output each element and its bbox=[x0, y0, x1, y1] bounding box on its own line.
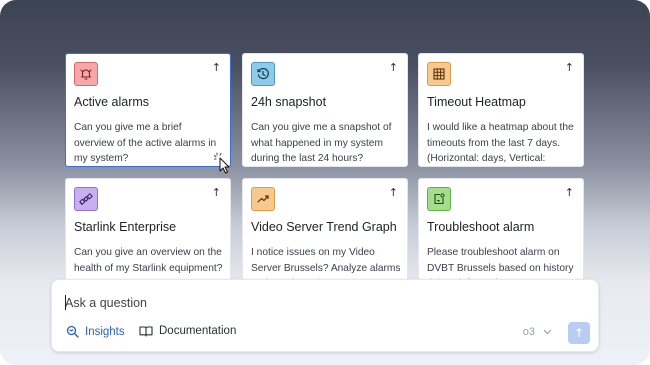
book-icon bbox=[139, 326, 153, 337]
card-title: 24h snapshot bbox=[251, 95, 327, 109]
satellite-icon bbox=[74, 187, 98, 211]
chevron-down-icon bbox=[543, 329, 552, 335]
suggestion-card-starlink-enterprise[interactable]: ↑ Starlink Enterprise Can you give an ov… bbox=[65, 178, 231, 292]
trend-chart-icon bbox=[251, 187, 275, 211]
mouse-cursor-icon bbox=[214, 152, 230, 174]
model-selector[interactable]: o3 bbox=[523, 326, 552, 338]
insights-button[interactable]: Insights bbox=[66, 325, 125, 338]
card-title: Video Server Trend Graph bbox=[251, 220, 397, 234]
text-caret bbox=[65, 295, 66, 310]
alarm-bell-icon bbox=[74, 62, 98, 86]
arrow-up-icon[interactable]: ↑ bbox=[389, 186, 398, 199]
card-title: Troubleshoot alarm bbox=[427, 220, 535, 234]
suggestion-card-troubleshoot-alarm[interactable]: ↑ Troubleshoot alarm Please troubleshoot… bbox=[418, 178, 584, 292]
arrow-up-icon[interactable]: ↑ bbox=[212, 186, 221, 199]
send-arrow-icon: ↑ bbox=[573, 326, 585, 340]
ask-question-panel: Insights Documentation o3 ↑ bbox=[51, 279, 599, 352]
suggestion-card-24h-snapshot[interactable]: ↑ 24h snapshot Can you give me a snapsho… bbox=[242, 53, 408, 167]
documentation-button[interactable]: Documentation bbox=[139, 325, 236, 337]
arrow-up-icon[interactable]: ↑ bbox=[212, 61, 221, 74]
send-button[interactable]: ↑ bbox=[568, 322, 590, 344]
arrow-up-icon[interactable]: ↑ bbox=[565, 186, 574, 199]
arrow-up-icon[interactable]: ↑ bbox=[565, 61, 574, 74]
card-title: Timeout Heatmap bbox=[427, 95, 526, 109]
insights-label: Insights bbox=[85, 325, 125, 338]
card-description: Can you give me a snapshot of what happe… bbox=[251, 122, 392, 164]
card-description: Can you give me a brief overview of the … bbox=[74, 122, 217, 164]
suggestion-card-active-alarms[interactable]: ↑ Active alarms Can you give me a brief … bbox=[65, 53, 231, 167]
model-label: o3 bbox=[522, 326, 535, 338]
documentation-label: Documentation bbox=[159, 325, 237, 337]
card-description: Can you give an overview on the health o… bbox=[74, 247, 223, 274]
background-frame: ↑ Active alarms Can you give me a brief … bbox=[0, 0, 650, 365]
troubleshoot-icon bbox=[427, 187, 451, 211]
card-title: Starlink Enterprise bbox=[74, 220, 177, 234]
ask-question-input[interactable] bbox=[65, 294, 505, 312]
grid-heatmap-icon bbox=[427, 62, 451, 86]
history-clock-icon bbox=[251, 62, 275, 86]
card-description: I would like a heatmap about the timeout… bbox=[427, 122, 574, 164]
suggestion-card-timeout-heatmap[interactable]: ↑ Timeout Heatmap I would like a heatmap… bbox=[418, 53, 584, 167]
card-title: Active alarms bbox=[74, 95, 150, 109]
suggestion-card-video-server-trend[interactable]: ↑ Video Server Trend Graph I notice issu… bbox=[242, 178, 408, 292]
arrow-up-icon[interactable]: ↑ bbox=[389, 61, 398, 74]
search-insights-icon bbox=[66, 325, 79, 338]
